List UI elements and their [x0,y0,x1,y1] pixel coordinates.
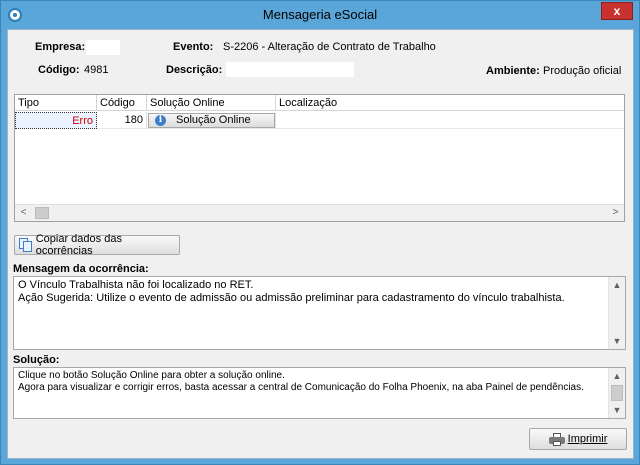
mensagem-line: Ação Sugerida: Utilize o evento de admis… [18,292,565,304]
column-header-tipo[interactable]: Tipo [15,95,97,111]
scroll-left-icon[interactable]: < [15,205,32,221]
mensagem-vertical-scrollbar[interactable]: ▲ ▼ [608,277,625,349]
cell-solucao-online: i Solução Online [147,112,276,129]
scroll-down-icon[interactable]: ▼ [609,333,625,349]
scrollbar-thumb[interactable] [611,385,623,401]
table-row[interactable]: Erro 180 i Solução Online [15,112,624,129]
evento-value: S-2206 - Alteração de Contrato de Trabal… [223,41,436,53]
mensagem-title: Mensagem da ocorrência: [13,263,149,275]
scroll-up-icon[interactable]: ▲ [609,277,625,293]
solucao-line: Agora para visualizar e corrigir erros, … [18,382,584,393]
printer-icon [548,432,565,446]
descricao-label: Descrição: [166,64,223,76]
mensagem-text[interactable]: O Vínculo Trabalhista não foi localizado… [13,276,626,350]
close-button[interactable]: x [601,2,633,20]
scroll-down-icon[interactable]: ▼ [609,402,625,418]
descricao-value [226,62,354,77]
codigo-value: 4981 [84,64,109,76]
scroll-right-icon[interactable]: > [607,205,624,221]
title-bar[interactable]: Mensageria eSocial x [1,1,639,29]
ambiente-label: Ambiente: [486,65,540,77]
cell-localizacao[interactable] [276,112,624,129]
dialog-body: Empresa: Evento: S-2206 - Alteração de C… [7,29,634,459]
ambiente-value: Produção oficial [543,65,622,77]
mensagem-line: O Vínculo Trabalhista não foi localizado… [18,279,254,291]
info-icon: i [155,115,166,126]
solucao-vertical-scrollbar[interactable]: ▲ ▼ [608,368,625,418]
copy-occurrences-button[interactable]: Copiar dados das ocorrências [14,233,180,257]
solucao-text[interactable]: Clique no botão Solução Online para obte… [13,367,626,419]
window: Mensageria eSocial x Empresa: Evento: S-… [0,0,640,465]
print-button[interactable]: Imprimir [529,428,627,450]
copy-icon [19,238,33,252]
codigo-label: Código: [38,64,80,76]
scroll-up-icon[interactable]: ▲ [609,368,625,384]
column-header-localizacao[interactable]: Localização [276,95,624,111]
solucao-title: Solução: [13,354,60,366]
horizontal-scrollbar[interactable]: < > [15,204,624,221]
cell-codigo[interactable]: 180 [97,112,147,129]
window-title: Mensageria eSocial [262,7,378,22]
scrollbar-thumb[interactable] [35,207,49,219]
column-header-solucao-online[interactable]: Solução Online [147,95,276,111]
print-label: Imprimir [567,433,608,445]
solucao-online-button[interactable]: i Solução Online [148,113,275,128]
empresa-label: Empresa: [35,41,86,53]
evento-label: Evento: [173,41,214,53]
solucao-online-label: Solução Online [176,114,251,126]
empresa-value [86,40,120,55]
copy-occurrences-label: Copiar dados das ocorrências [35,233,122,257]
solucao-line: Clique no botão Solução Online para obte… [18,370,285,381]
column-header-codigo[interactable]: Código [97,95,147,111]
occurrences-grid[interactable]: Tipo Código Solução Online Localização E… [14,94,625,222]
grid-header: Tipo Código Solução Online Localização [15,95,624,111]
cell-tipo[interactable]: Erro [15,112,97,129]
